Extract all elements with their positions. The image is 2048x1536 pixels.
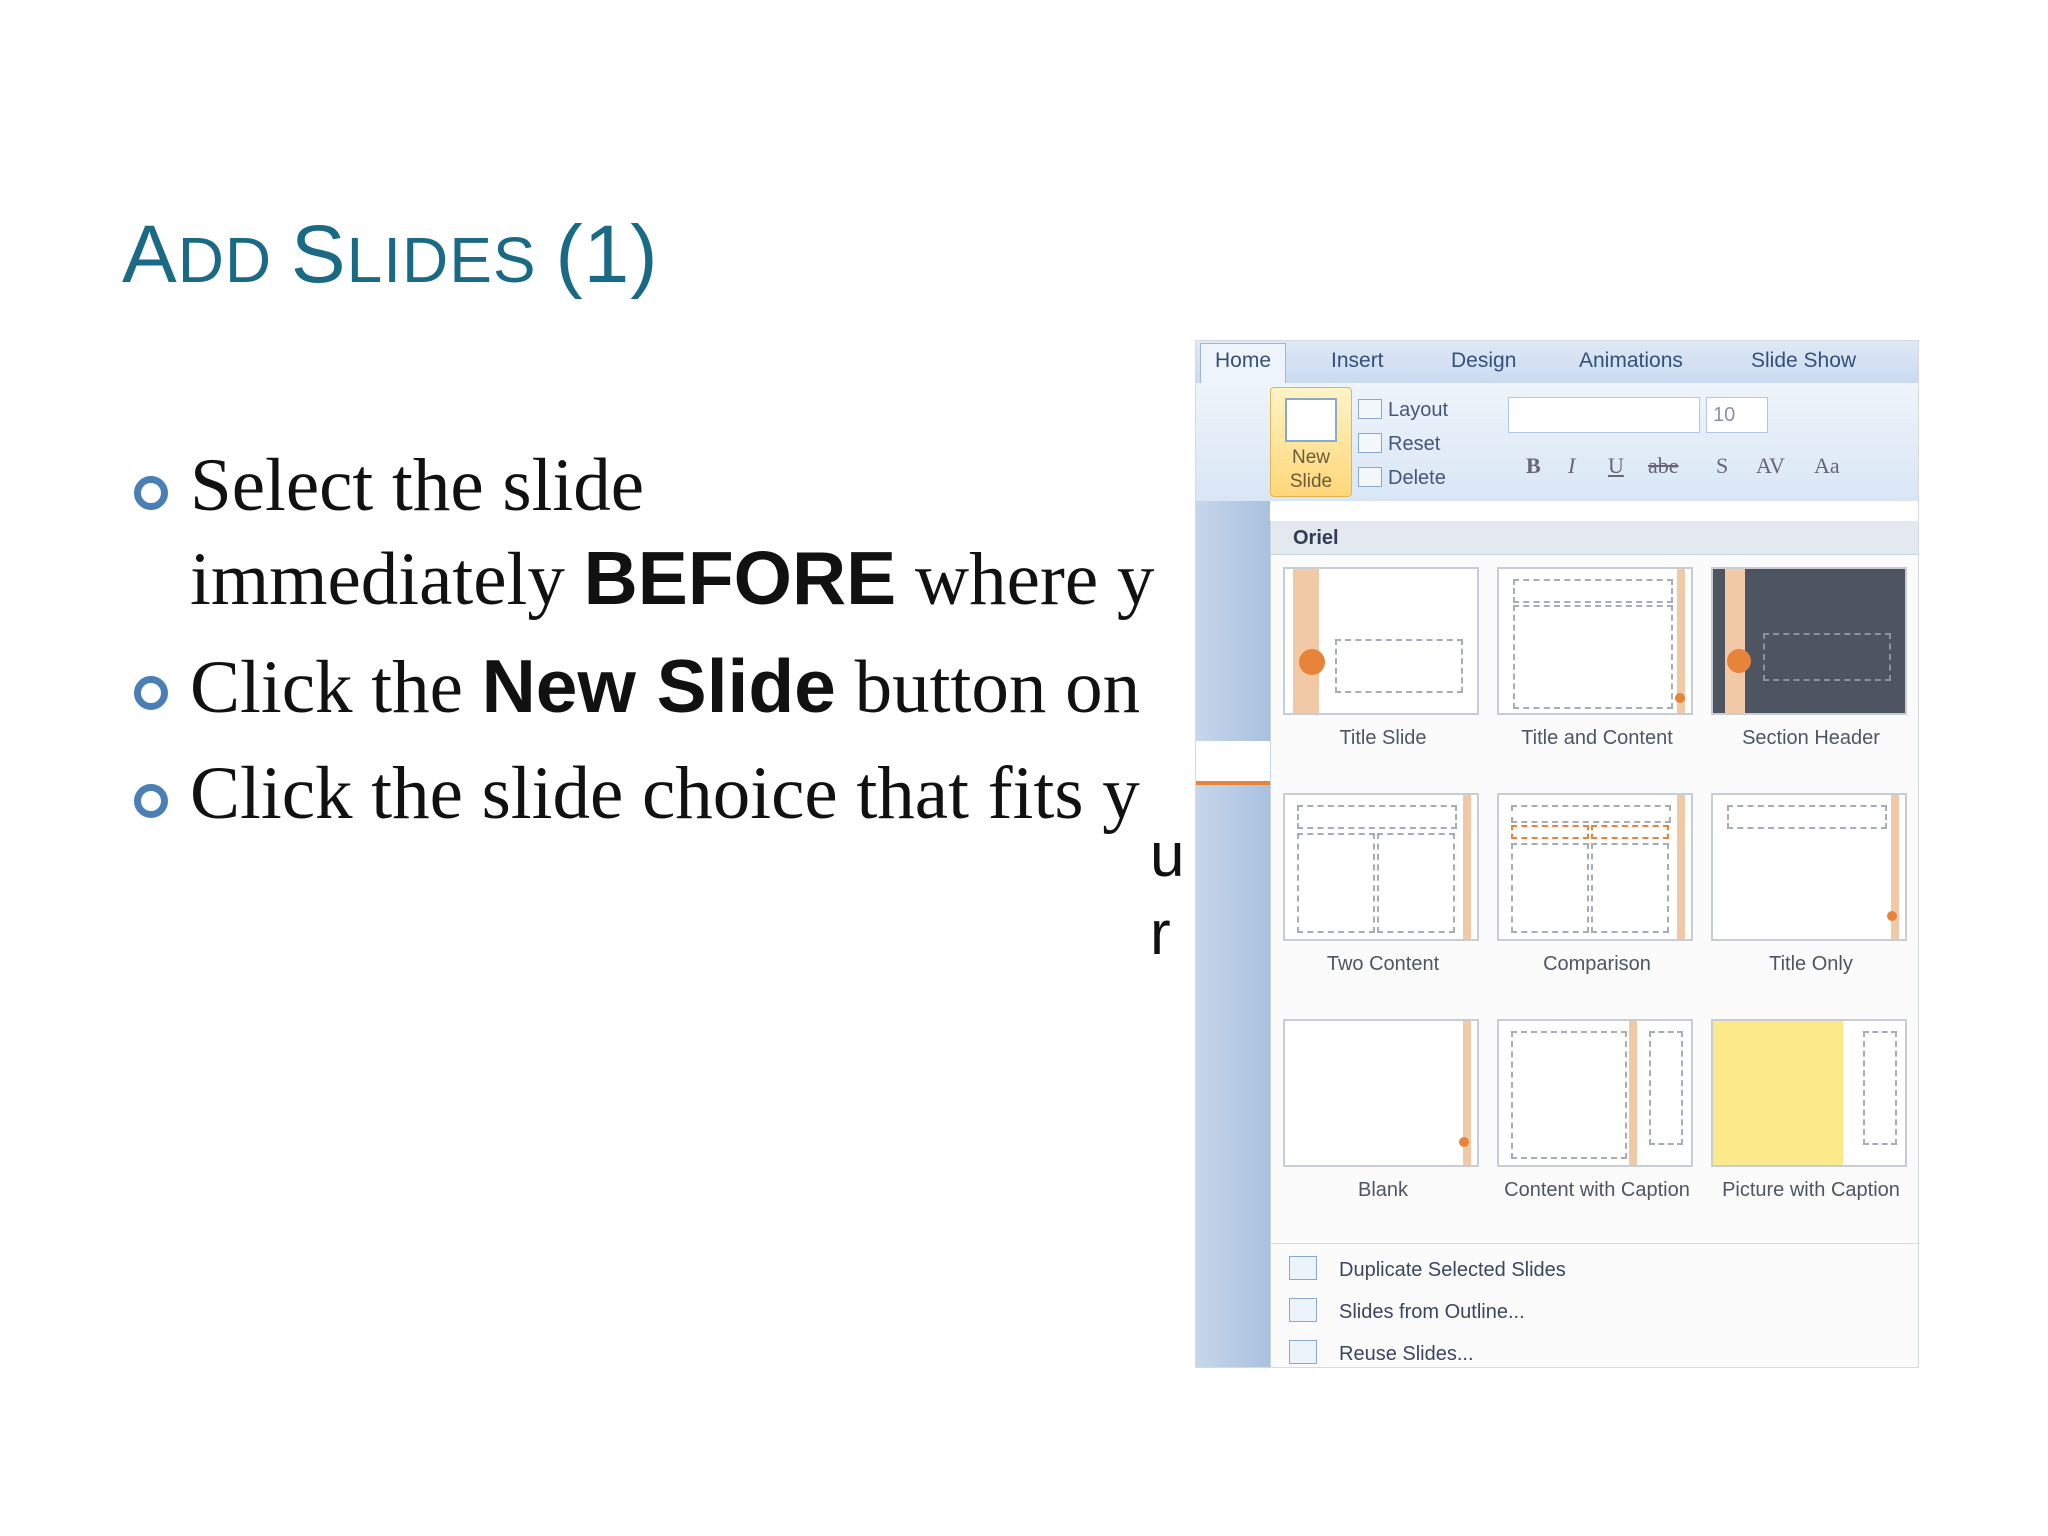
title-number: (1) <box>555 209 659 300</box>
outline-icon <box>1289 1298 1317 1322</box>
bullet-item: Select the slide immediately BEFORE wher… <box>130 440 1210 626</box>
layout-two-content[interactable]: Two Content <box>1283 793 1483 977</box>
tab-animations[interactable]: Animations <box>1579 349 1683 373</box>
change-case-button[interactable]: Aa <box>1814 453 1840 479</box>
italic-button[interactable]: I <box>1568 453 1575 479</box>
new-slide-menu: Duplicate Selected Slides Slides from Ou… <box>1271 1243 1918 1367</box>
slide-thumbnail[interactable] <box>1196 741 1270 785</box>
duplicate-icon <box>1289 1256 1317 1280</box>
layout-label: Section Header <box>1742 727 1880 749</box>
bullet-text: Click the <box>190 646 482 729</box>
tab-home[interactable]: Home <box>1200 343 1287 384</box>
bullet-text: where y <box>896 538 1155 621</box>
layout-button[interactable]: Layout <box>1358 399 1448 422</box>
theme-name: Oriel <box>1271 521 1918 555</box>
tab-design[interactable]: Design <box>1451 349 1516 373</box>
layout-thumbnail <box>1497 1019 1693 1167</box>
bullet-list: Select the slide immediately BEFORE wher… <box>130 440 1210 840</box>
font-name-input[interactable] <box>1508 397 1700 433</box>
layout-label: Content with Caption <box>1504 1179 1690 1201</box>
ribbon: New Slide Layout Reset Delete 10 B I U a… <box>1196 383 1918 501</box>
layout-label: Picture with Caption <box>1722 1179 1900 1201</box>
layout-title-and-content[interactable]: Title and Content <box>1497 567 1697 751</box>
bullet-item: Click the New Slide button on <box>130 640 1210 734</box>
powerpoint-screenshot: Home Insert Design Animations Slide Show… <box>1195 340 1919 1368</box>
new-slide-button[interactable]: New Slide <box>1270 387 1352 497</box>
underline-button[interactable]: U <box>1608 453 1624 479</box>
layout-blank[interactable]: Blank <box>1283 1019 1483 1203</box>
slides-pane <box>1196 501 1270 1367</box>
layout-thumbnail <box>1497 793 1693 941</box>
layout-thumbnail <box>1711 567 1907 715</box>
layout-thumbnail <box>1283 793 1479 941</box>
tab-slide-show[interactable]: Slide Show <box>1751 349 1856 373</box>
bullet-bold: New Slide <box>481 644 836 728</box>
shadow-button[interactable]: S <box>1716 453 1728 479</box>
layout-gallery: Oriel Title Slide Title and Content Sect… <box>1270 521 1918 1367</box>
layout-content-with-caption[interactable]: Content with Caption <box>1497 1019 1697 1203</box>
bullet-marker-icon <box>134 676 168 710</box>
layout-label: Two Content <box>1326 953 1440 975</box>
layout-thumbnail <box>1283 1019 1479 1167</box>
layout-label: Blank <box>1357 1179 1409 1201</box>
bullet-text: Select the slide <box>190 444 645 527</box>
tab-insert[interactable]: Insert <box>1331 349 1384 373</box>
layout-label: Title Only <box>1769 953 1853 975</box>
bullet-bold: BEFORE <box>583 536 897 620</box>
font-size-input[interactable]: 10 <box>1706 397 1768 433</box>
layout-thumbnail <box>1711 1019 1907 1167</box>
layout-title-slide[interactable]: Title Slide <box>1283 567 1483 751</box>
layout-label: Title Slide <box>1339 727 1427 749</box>
reuse-icon <box>1289 1340 1317 1364</box>
strikethrough-button[interactable]: abe <box>1648 453 1679 479</box>
layout-thumbnail <box>1497 567 1693 715</box>
layout-thumbnail <box>1283 567 1479 715</box>
bullet-text: immediately <box>190 538 584 621</box>
layout-picture-with-caption[interactable]: Picture with Caption <box>1711 1019 1911 1203</box>
new-slide-label: New Slide <box>1289 447 1333 492</box>
slide-title: ADD SLIDES (1) <box>122 208 659 302</box>
menu-item-label: Duplicate Selected Slides <box>1339 1259 1566 1281</box>
bullet-marker-icon <box>134 784 168 818</box>
duplicate-selected-slides-item[interactable]: Duplicate Selected Slides <box>1289 1256 1566 1282</box>
menu-item-label: Slides from Outline... <box>1339 1301 1525 1323</box>
layout-thumbnail <box>1711 793 1907 941</box>
title-letter: S <box>290 209 347 300</box>
layout-section-header[interactable]: Section Header <box>1711 567 1911 751</box>
new-slide-icon <box>1285 398 1337 442</box>
bullet-text: button on <box>835 646 1141 729</box>
reuse-slides-item[interactable]: Reuse Slides... <box>1289 1340 1474 1366</box>
overflow-letter: u <box>1150 821 1185 890</box>
slides-from-outline-item[interactable]: Slides from Outline... <box>1289 1298 1525 1324</box>
ribbon-tabs: Home Insert Design Animations Slide Show <box>1196 341 1918 384</box>
title-letter: A <box>122 209 178 300</box>
layout-label: Title and Content <box>1521 727 1673 749</box>
bold-button[interactable]: B <box>1526 453 1541 479</box>
menu-item-label: Reuse Slides... <box>1339 1343 1474 1365</box>
bullet-marker-icon <box>134 476 168 510</box>
bullet-text: Click the slide choice that fits y <box>190 752 1140 835</box>
layout-comparison[interactable]: Comparison <box>1497 793 1697 977</box>
title-text: LIDES <box>346 224 556 296</box>
bullet-item: Click the slide choice that fits y <box>130 748 1210 840</box>
overflow-letter: r <box>1150 899 1171 968</box>
layout-label: Comparison <box>1543 953 1651 975</box>
layout-title-only[interactable]: Title Only <box>1711 793 1911 977</box>
delete-button[interactable]: Delete <box>1358 467 1446 490</box>
title-text: DD <box>177 224 291 296</box>
reset-button[interactable]: Reset <box>1358 433 1440 456</box>
character-spacing-button[interactable]: AV <box>1756 453 1785 479</box>
